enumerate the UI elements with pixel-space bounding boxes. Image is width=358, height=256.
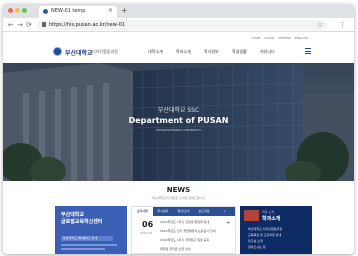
department-thumbnail xyxy=(244,210,259,221)
forward-button[interactable]: → xyxy=(17,20,23,30)
utility-link-sitemap[interactable]: SITEMAP xyxy=(278,36,291,40)
utility-link-english[interactable]: ENGLISH xyxy=(295,36,308,40)
logo-name[interactable]: 부산대학교 xyxy=(65,48,93,57)
center-banner-pill-label: 부산대학교 제2캠퍼스 안내 xyxy=(63,236,98,240)
center-banner-pill[interactable]: 부산대학교 제2캠퍼스 안내 xyxy=(61,236,113,241)
center-banner-card[interactable]: 부산대학교 글로벌교육혁신센터 부산대학교 제2캠퍼스 안내 xyxy=(55,206,127,254)
favicon-icon xyxy=(43,9,48,14)
department-link[interactable]: 연구실 소개 xyxy=(248,239,263,243)
maximize-window-button[interactable] xyxy=(22,8,27,13)
tab-events[interactable]: 행사/소식 xyxy=(173,207,194,216)
department-card-label: 학과 소개 xyxy=(262,210,274,214)
browser-toolbar: ← → ⟳ https://his.pusan.ac.kr/new-01 ☆ ⋮ xyxy=(3,18,354,32)
nav-item-about[interactable]: 대학소개 xyxy=(148,49,176,55)
new-tab-button[interactable]: + xyxy=(121,6,128,16)
tab-academic-notice[interactable]: 학사공지 xyxy=(152,207,174,216)
browser-window: NEW-01 temp × + ← → ⟳ https://his.pusan.… xyxy=(3,4,354,254)
news-date-day: 06 xyxy=(142,220,154,229)
department-intro-card[interactable]: 학과 소개 학과소개 부산대학교 디자인협동과정 교육목표 및 교과과정 안내 … xyxy=(240,206,312,254)
news-tabs: 공지사항 학사공지 행사/소식 보도자료 + xyxy=(132,207,235,216)
web-page: HOME LOGIN SITEMAP ENGLISH 부산대학교 디자인협동과정… xyxy=(3,33,354,254)
utility-link-home[interactable]: HOME xyxy=(251,36,260,40)
hamburger-menu-icon[interactable] xyxy=(305,48,311,54)
utility-link-login[interactable]: LOGIN xyxy=(264,36,273,40)
nav-item-student-life[interactable]: 학생생활 xyxy=(232,49,260,55)
url-text: https://his.pusan.ac.kr/new-01 xyxy=(49,22,125,28)
text-line xyxy=(61,244,117,246)
nav-item-department[interactable]: 학과소개 xyxy=(176,49,204,55)
back-button[interactable]: ← xyxy=(8,20,14,30)
hero-korean-title: 부산대학교 SSC xyxy=(157,107,200,114)
close-window-button[interactable] xyxy=(8,8,13,13)
tab-bar: NEW-01 temp × + xyxy=(3,4,354,18)
news-subheading: 부산대학교의 새로운 소식을 전해드립니다 xyxy=(152,196,205,200)
utility-links: HOME LOGIN SITEMAP ENGLISH xyxy=(251,36,308,40)
center-banner-title-line2: 글로벌교육혁신센터 xyxy=(61,219,103,225)
browser-menu-icon[interactable]: ⋮ xyxy=(339,20,346,30)
hero-title: Department of PUSAN xyxy=(128,116,229,125)
address-bar[interactable]: https://his.pusan.ac.kr/new-01 ☆ xyxy=(37,20,327,30)
news-date-month: 2022.03 xyxy=(140,231,153,235)
tab-close-icon[interactable]: × xyxy=(108,7,113,14)
minimize-window-button[interactable] xyxy=(15,8,20,13)
department-link[interactable]: 찾아오시는 길 xyxy=(248,245,266,249)
department-card-title: 학과소개 xyxy=(262,216,281,222)
hero-banner: 부산대학교 SSC Department of PUSAN PUSAN NATI… xyxy=(3,63,354,181)
tab-title: NEW-01 temp xyxy=(51,8,86,14)
lock-icon xyxy=(42,22,46,27)
department-link[interactable]: 부산대학교 디자인협동과정 xyxy=(248,227,282,231)
news-more-icon[interactable]: + xyxy=(226,220,230,226)
center-banner-title-line1: 부산대학교 xyxy=(61,212,85,218)
news-item[interactable]: 2022학년도 1학기 신입생 환영회 안내 xyxy=(160,220,209,224)
bookmark-star-icon[interactable]: ☆ xyxy=(317,20,323,30)
news-board: 공지사항 학사공지 행사/소식 보도자료 + 06 2022.03 + 2022… xyxy=(131,206,236,254)
department-link[interactable]: 교육목표 및 교과과정 안내 xyxy=(248,233,281,237)
logo-department: 디자인협동과정 xyxy=(92,49,118,54)
tab-press[interactable]: 보도자료 xyxy=(193,207,215,216)
nav-item-academics[interactable]: 학사정보 xyxy=(204,49,232,55)
news-item[interactable]: 2022학년도 1학기 학위청구 일정 공지 xyxy=(160,238,209,242)
text-line xyxy=(61,248,105,250)
news-item[interactable]: 대학원 장학금 신청 안내 xyxy=(160,247,190,251)
nav-item-community[interactable]: 커뮤니티 xyxy=(260,49,288,55)
news-item[interactable]: 2022학년도 전기 졸업예정자 논문심사 안내 xyxy=(160,229,216,233)
tab-notice[interactable]: 공지사항 xyxy=(132,207,153,216)
main-navigation: 대학소개 학과소개 학사정보 학생생활 커뮤니티 xyxy=(148,49,288,55)
center-banner-title: 부산대학교 글로벌교육혁신센터 xyxy=(61,212,102,226)
hero-subtitle: PUSAN NATIONAL UNIVERSITY xyxy=(155,128,202,132)
tab-more[interactable]: + xyxy=(214,207,235,216)
browser-tab[interactable]: NEW-01 temp × xyxy=(39,6,117,18)
news-heading: NEWS xyxy=(166,186,191,194)
site-header: 부산대학교 디자인협동과정 대학소개 학과소개 학사정보 학생생활 커뮤니티 xyxy=(3,43,354,63)
university-emblem-icon[interactable] xyxy=(53,47,62,56)
reload-button[interactable]: ⟳ xyxy=(26,20,32,30)
